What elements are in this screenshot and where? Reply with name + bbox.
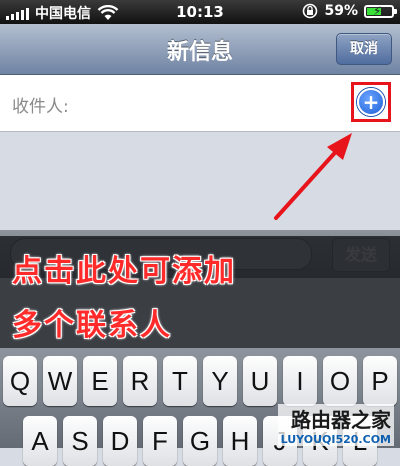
plus-icon: + — [357, 88, 385, 116]
key-p[interactable]: P — [363, 356, 397, 406]
key-i[interactable]: I — [283, 356, 317, 406]
battery-percent: 59% — [324, 3, 358, 19]
key-t[interactable]: T — [163, 356, 197, 406]
status-bar: 中国电信 10:13 59% ⚡ — [0, 0, 400, 24]
watermark-name: 路由器之家 — [277, 404, 394, 433]
key-u[interactable]: U — [243, 356, 277, 406]
recipient-field[interactable]: 收件人: + — [0, 75, 400, 132]
key-d[interactable]: D — [103, 416, 137, 466]
key-e[interactable]: E — [83, 356, 117, 406]
watermark: 路由器之家 LUYOUQI520.COM — [277, 404, 394, 446]
rotation-lock-icon — [303, 3, 318, 19]
key-h[interactable]: H — [223, 416, 257, 466]
annotation-line-2: 多个联系人 — [12, 308, 172, 343]
status-right: 59% ⚡ — [302, 3, 397, 19]
charging-bolt-icon: ⚡ — [373, 3, 382, 18]
key-w[interactable]: W — [43, 356, 77, 406]
watermark-url: LUYOUQI520.COM — [277, 433, 394, 446]
key-g[interactable]: G — [183, 416, 217, 466]
add-contact-button[interactable]: + — [351, 82, 391, 122]
keyboard-row-1: QWERTYUIOP — [0, 356, 400, 406]
battery-icon: ⚡ — [364, 3, 397, 18]
cancel-button[interactable]: 取消 — [336, 33, 392, 65]
key-o[interactable]: O — [323, 356, 357, 406]
key-y[interactable]: Y — [203, 356, 237, 406]
key-r[interactable]: R — [123, 356, 157, 406]
recipient-label: 收件人: — [12, 97, 69, 117]
key-q[interactable]: Q — [3, 356, 37, 406]
key-s[interactable]: S — [63, 416, 97, 466]
navigation-bar: 新信息 取消 — [0, 24, 400, 75]
message-body-area — [0, 132, 400, 230]
key-f[interactable]: F — [143, 416, 177, 466]
annotation-line-1: 点击此处可添加 — [12, 254, 236, 289]
key-a[interactable]: A — [23, 416, 57, 466]
